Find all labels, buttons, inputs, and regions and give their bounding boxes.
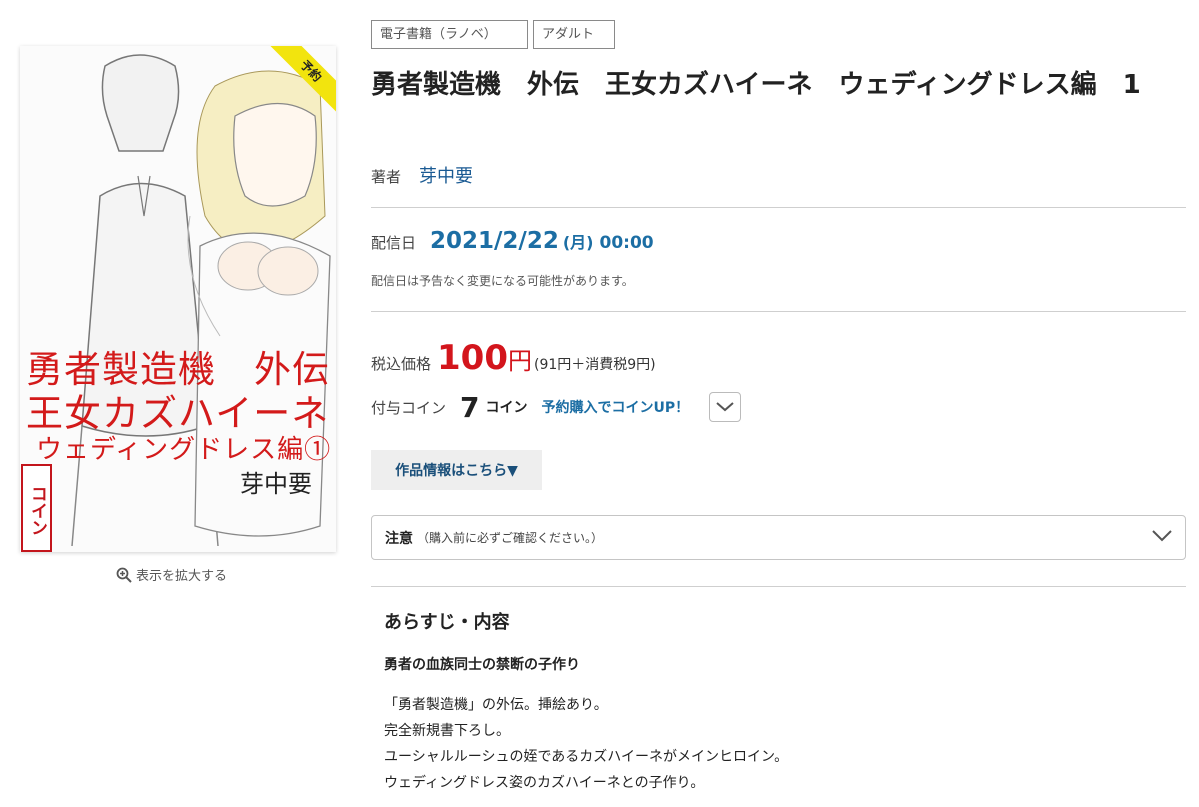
genre-tags: 電子書籍（ラノベ） アダルト <box>371 20 615 49</box>
author-label: 著者 <box>371 168 402 186</box>
coin-details-toggle[interactable] <box>709 392 742 422</box>
caution-sub: （購入前に必ずご確認ください。） <box>417 531 604 545</box>
synopsis-line: ユーシャルルーシュの姪であるカズハイーネがメインヒロイン。 <box>384 749 789 765</box>
release-weekday: (月) <box>562 233 594 252</box>
chevron-down-icon <box>716 402 734 412</box>
coin-unit: コイン <box>485 400 528 416</box>
release-time: 00:00 <box>599 233 654 253</box>
caution-accordion[interactable]: 注意 （購入前に必ずご確認ください。） <box>371 515 1186 560</box>
cover-author: 芽中要 <box>240 470 312 498</box>
coin-row: 付与コイン 7 コイン 予約購入でコインUP！ <box>371 390 742 424</box>
synopsis-line: ウェディングドレス姿のカズハイーネとの子作り。 <box>384 775 705 791</box>
release-label: 配信日 <box>371 234 417 252</box>
tag-adult[interactable]: アダルト <box>533 20 615 49</box>
coin-promo: 予約購入でコインUP！ <box>541 400 690 416</box>
coin-stamp: コイン <box>21 464 52 552</box>
synopsis-line: 完全新規書下ろし。 <box>384 723 510 739</box>
coin-amount: 7 <box>460 390 480 424</box>
zoom-in-icon <box>116 567 132 583</box>
release-date-row: 配信日 2021/2/22 (月) 00:00 <box>371 228 654 254</box>
preorder-ribbon: 予約 <box>266 46 336 116</box>
price-breakdown: (91円＋消費税9円) <box>534 357 656 373</box>
price-currency: 円 <box>508 347 532 375</box>
divider <box>371 586 1186 587</box>
zoom-link[interactable]: 表示を拡大する <box>116 565 227 584</box>
zoom-label: 表示を拡大する <box>136 569 228 584</box>
cover-title-line-1: 勇者製造機 外伝 <box>26 348 330 391</box>
divider <box>371 207 1186 208</box>
author-row: 著者 芽中要 <box>371 162 473 188</box>
chevron-down-icon <box>1152 530 1172 542</box>
book-cover[interactable]: 勇者製造機 外伝 王女カズハイーネ ウェディングドレス編① 芽中要 コイン 予約 <box>20 46 336 552</box>
product-info-button[interactable]: 作品情報はこちら▼ <box>371 450 542 490</box>
synopsis-body: 「勇者製造機」の外伝。挿絵あり。 完全新規書下ろし。 ユーシャルルーシュの姪であ… <box>384 692 788 796</box>
release-date: 2021/2/22 <box>430 228 559 254</box>
price-row: 税込価格 100 円 (91円＋消費税9円) <box>371 338 656 378</box>
caution-label: 注意 <box>385 530 413 547</box>
release-note: 配信日は予告なく変更になる可能性があります。 <box>371 274 634 288</box>
coin-label: 付与コイン <box>371 398 447 417</box>
price-amount: 100 <box>437 338 508 378</box>
author-link[interactable]: 芽中要 <box>419 162 473 188</box>
synopsis-heading: あらすじ・内容 <box>384 612 510 633</box>
divider <box>371 311 1186 312</box>
tag-light-novel[interactable]: 電子書籍（ラノベ） <box>371 20 528 49</box>
preorder-ribbon-label: 予約 <box>266 46 336 116</box>
synopsis-line: 「勇者製造機」の外伝。挿絵あり。 <box>384 697 608 713</box>
price-label: 税込価格 <box>371 355 432 373</box>
product-title: 勇者製造機 外伝 王女カズハイーネ ウェディングドレス編 1 <box>371 70 1141 100</box>
synopsis-catchphrase: 勇者の血族同士の禁断の子作り <box>384 657 580 673</box>
